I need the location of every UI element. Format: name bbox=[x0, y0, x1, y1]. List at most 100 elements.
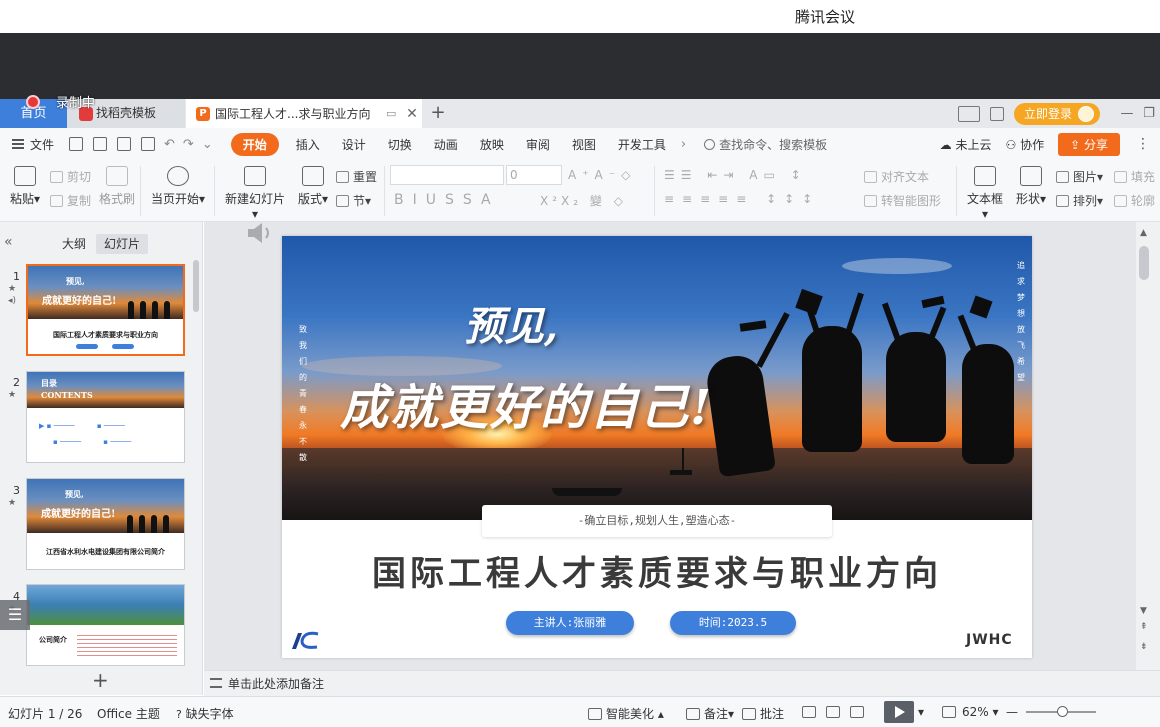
text-box-button[interactable]: 文本框▾ bbox=[964, 166, 1006, 221]
chevron-down-icon[interactable]: ⌄ bbox=[202, 137, 213, 152]
slide-main-title[interactable]: 国际工程人才素质要求与职业方向 bbox=[282, 546, 1032, 595]
slide-thumb-2[interactable]: 目录 CONTENTS ▶ ▪ ───── ▪ ───── ▪ ───── ▪ … bbox=[26, 371, 185, 463]
paste-button[interactable]: 粘贴▾ bbox=[8, 166, 42, 207]
save-icon[interactable] bbox=[69, 137, 84, 151]
font-size-select[interactable]: 0 bbox=[506, 165, 562, 185]
share-button[interactable]: ⇪ 分享 bbox=[1058, 132, 1120, 156]
notes-toggle-button[interactable]: 备注▾ bbox=[686, 705, 734, 722]
pin-icon[interactable]: ▭ bbox=[386, 107, 402, 120]
sorter-view-icon[interactable] bbox=[826, 705, 844, 719]
font-style-buttons[interactable]: BIUSSA bbox=[394, 192, 500, 208]
layout-icon[interactable] bbox=[957, 105, 980, 122]
login-button[interactable]: 立即登录 bbox=[1013, 102, 1100, 125]
reading-view-icon[interactable] bbox=[850, 705, 868, 719]
recording-indicator[interactable]: 录制中 bbox=[26, 92, 95, 111]
notes-pane[interactable]: 单击此处添加备注 bbox=[204, 670, 1160, 696]
alignment-buttons[interactable]: ≡≡≡≡≡ ↕↕↕ bbox=[664, 192, 820, 206]
missing-font-button[interactable]: ? 缺失字体 bbox=[176, 705, 234, 722]
add-slide-button[interactable]: + bbox=[92, 668, 109, 692]
close-tab-icon[interactable]: ✕ bbox=[402, 106, 422, 122]
beautify-button[interactable]: 智能美化 ▴ bbox=[588, 705, 664, 722]
slide-thumb-3[interactable]: 预见, 成就更好的自己! 江西省水利水电建设集团有限公司简介 bbox=[26, 478, 185, 570]
superscript-buttons[interactable]: X²X₂ 變 ◇ bbox=[540, 192, 627, 209]
align-text-button[interactable]: 对齐文本 bbox=[864, 168, 929, 185]
slideshow-play-button[interactable] bbox=[884, 701, 914, 723]
menu-home[interactable]: 开始 bbox=[230, 132, 279, 156]
picture-label: 图片 bbox=[1073, 170, 1098, 184]
apps-grid-icon[interactable] bbox=[989, 106, 1004, 121]
slide-subtitle[interactable]: -确立目标,规划人生,塑造心态- bbox=[482, 505, 832, 537]
copy-button[interactable]: 复制 bbox=[50, 192, 91, 209]
comment-button[interactable]: 批注 bbox=[742, 705, 784, 722]
new-tab-button[interactable]: + bbox=[428, 102, 448, 124]
speaker-icon[interactable] bbox=[246, 222, 274, 244]
section-button[interactable]: 节 ▾ bbox=[336, 192, 371, 209]
file-menu[interactable]: 文件 bbox=[12, 136, 54, 153]
chevron-right-icon[interactable]: › bbox=[681, 137, 686, 152]
export-icon[interactable] bbox=[93, 137, 108, 151]
reset-label: 重置 bbox=[353, 170, 378, 184]
presenter-pill[interactable]: 主讲人:张丽雅 bbox=[506, 611, 634, 635]
menu-review[interactable]: 审阅 bbox=[526, 136, 550, 153]
menu-slideshow[interactable]: 放映 bbox=[480, 136, 504, 153]
format-painter-button[interactable]: 格式刷 bbox=[98, 166, 136, 207]
tab-outline[interactable]: 大纲 bbox=[54, 234, 94, 254]
date-pill[interactable]: 时间:2023.5 bbox=[670, 611, 796, 635]
more-icon[interactable]: ⋮ bbox=[1136, 136, 1150, 152]
menu-insert[interactable]: 插入 bbox=[296, 136, 320, 153]
collab-button[interactable]: ⚇ 协作 bbox=[1006, 136, 1045, 153]
collapse-panel-icon[interactable]: « bbox=[4, 234, 13, 250]
redo-icon[interactable]: ↷ bbox=[183, 137, 194, 152]
scroll-up-icon[interactable]: ▲ bbox=[1140, 228, 1147, 238]
minimize-icon[interactable]: — bbox=[1116, 106, 1138, 121]
slide[interactable]: 预见, 成就更好的自己! 致 我 们 的 青 春 永 不 散 追 求 梦 想 放… bbox=[282, 236, 1032, 658]
normal-view-icon[interactable] bbox=[802, 705, 820, 719]
zoom-out-button[interactable]: — bbox=[1006, 705, 1018, 719]
tab-slides[interactable]: 幻灯片 bbox=[96, 234, 149, 254]
print-icon[interactable] bbox=[117, 137, 132, 151]
prev-slide-icon[interactable]: ⇞ bbox=[1140, 622, 1148, 632]
scrollbar-thumb[interactable] bbox=[1139, 246, 1149, 280]
reset-button[interactable]: 重置 bbox=[336, 168, 377, 185]
menu-design[interactable]: 设计 bbox=[342, 136, 366, 153]
sailboat-silhouette bbox=[670, 470, 692, 475]
theme-name[interactable]: Office 主题 bbox=[97, 705, 160, 722]
font-grow-shrink[interactable]: A⁺A⁻◇ bbox=[568, 168, 636, 182]
scroll-down-icon[interactable]: ▼ bbox=[1140, 606, 1147, 616]
slide-thumb-1[interactable]: 预见, 成就更好的自己! 国际工程人才素质要求与职业方向 bbox=[26, 264, 185, 356]
preview-icon[interactable] bbox=[141, 137, 156, 151]
play-from-current-button[interactable]: 当页开始▾ bbox=[150, 166, 206, 207]
zoom-level[interactable]: 62% ▾ bbox=[962, 705, 999, 719]
cloud-status[interactable]: ☁ 未上云 bbox=[940, 136, 992, 153]
tab-document[interactable]: P 国际工程人才...求与职业方向 ▭ ✕ bbox=[186, 99, 422, 128]
outline-button[interactable]: 轮廓 bbox=[1114, 192, 1155, 209]
fill-button[interactable]: 填充 bbox=[1114, 168, 1155, 185]
menu-animation[interactable]: 动画 bbox=[434, 136, 458, 153]
thumb-line1: 目录 bbox=[41, 378, 57, 388]
new-slide-button[interactable]: 新建幻灯片▾ bbox=[222, 166, 288, 221]
restore-icon[interactable]: ❐ bbox=[1138, 106, 1160, 121]
side-menu-handle[interactable]: ☰ bbox=[0, 600, 30, 630]
arrange-label: 排列 bbox=[1073, 194, 1098, 208]
search-box[interactable]: 查找命令、搜索模板 bbox=[704, 136, 827, 153]
cut-button[interactable]: 剪切 bbox=[50, 168, 91, 185]
layout-button[interactable]: 版式▾ bbox=[296, 166, 330, 207]
fit-window-icon[interactable] bbox=[942, 705, 960, 719]
smart-art-button[interactable]: 转智能图形 bbox=[864, 192, 941, 209]
menu-devtools[interactable]: 开发工具 bbox=[618, 136, 666, 153]
undo-icon[interactable]: ↶ bbox=[164, 137, 175, 152]
zoom-slider-knob[interactable] bbox=[1057, 706, 1068, 717]
next-slide-icon[interactable]: ⇟ bbox=[1140, 642, 1148, 652]
menu-transition[interactable]: 切换 bbox=[388, 136, 412, 153]
canvas-scrollbar[interactable]: ▲ ▼ ⇞ ⇟ bbox=[1136, 222, 1160, 670]
slide-thumb-4[interactable]: 公司简介 bbox=[26, 584, 185, 666]
shape-button[interactable]: 形状▾ bbox=[1014, 166, 1048, 207]
panel-scrollbar[interactable] bbox=[193, 260, 199, 312]
font-family-select[interactable] bbox=[390, 165, 504, 185]
menu-view[interactable]: 视图 bbox=[572, 136, 596, 153]
arrange-button[interactable]: 排列 ▾ bbox=[1056, 192, 1103, 209]
play-options-chevron[interactable]: ▾ bbox=[918, 705, 924, 719]
list-buttons[interactable]: ☰☰ ⇤⇥ A▭ ↕ bbox=[664, 168, 807, 182]
vertical-char: 春 bbox=[299, 405, 307, 414]
picture-button[interactable]: 图片 ▾ bbox=[1056, 168, 1103, 185]
